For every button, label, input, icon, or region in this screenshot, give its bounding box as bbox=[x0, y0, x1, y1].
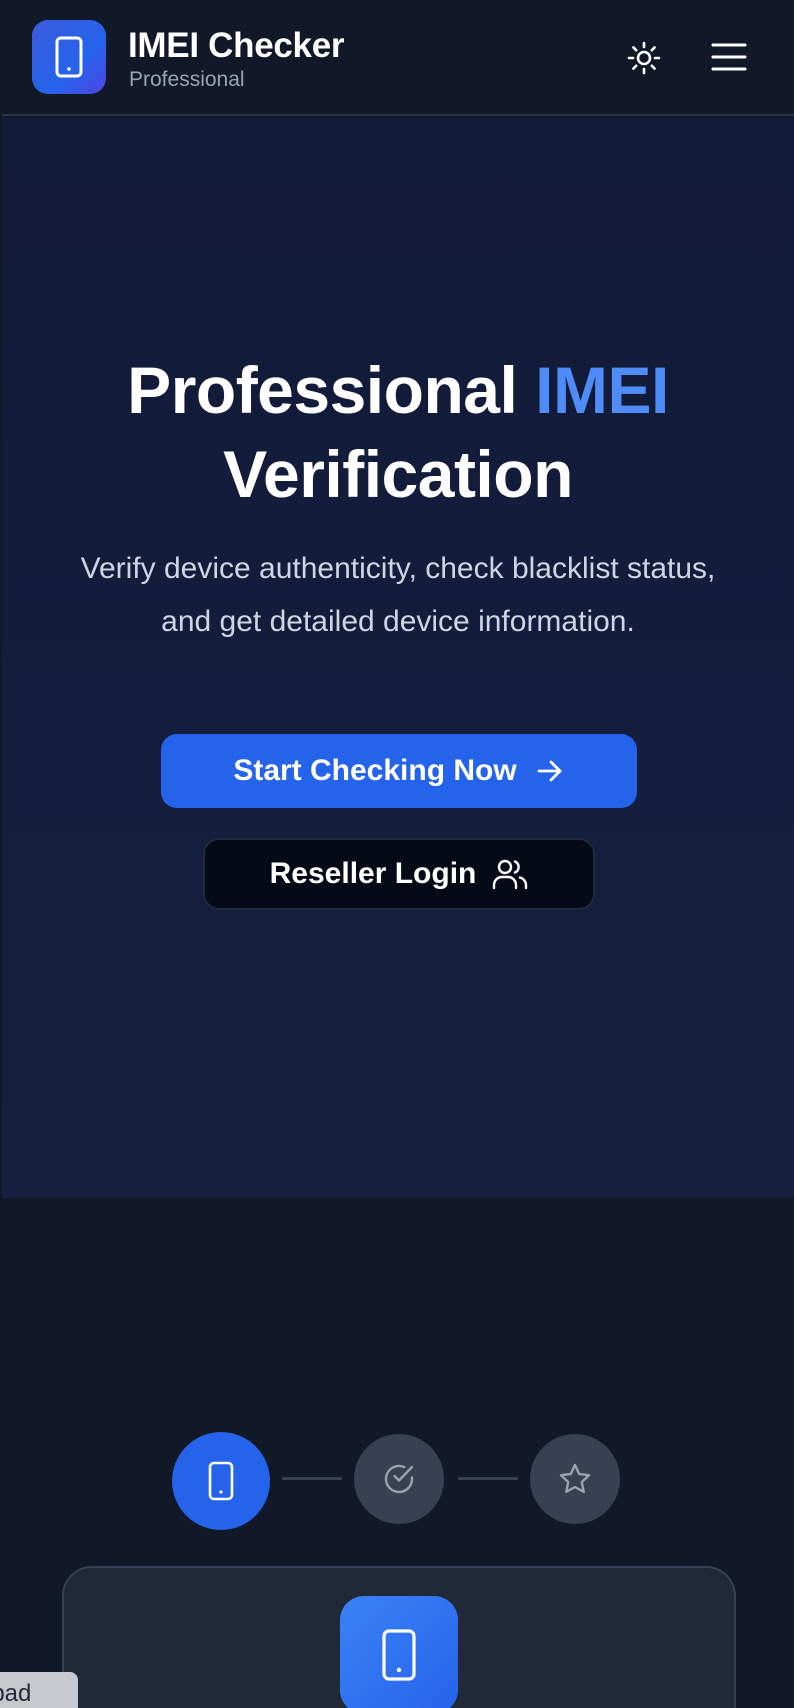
hero-section: Professional IMEI Verification Verify de… bbox=[2, 118, 794, 1198]
theme-toggle-button[interactable] bbox=[622, 38, 666, 78]
reseller-login-label: Reseller Login bbox=[269, 857, 477, 890]
hero-title: Professional IMEI Verification bbox=[42, 348, 754, 516]
card-device-icon-box bbox=[340, 1596, 458, 1708]
sun-icon bbox=[627, 41, 661, 75]
step-verify[interactable] bbox=[354, 1434, 444, 1524]
brand-title: IMEI Checker bbox=[128, 26, 345, 65]
brand-subtitle: Professional bbox=[129, 68, 245, 91]
top-navbar: IMEI Checker Professional bbox=[2, 0, 794, 116]
check-circle-icon bbox=[384, 1464, 414, 1494]
arrow-right-icon bbox=[537, 760, 562, 782]
start-checking-label: Start Checking Now bbox=[233, 754, 517, 787]
hero-description: Verify device authenticity, check blackl… bbox=[80, 552, 716, 638]
step-connector bbox=[282, 1477, 342, 1480]
users-icon bbox=[493, 859, 528, 890]
smartphone-icon bbox=[208, 1461, 234, 1501]
smartphone-icon bbox=[55, 36, 83, 78]
step-results[interactable] bbox=[530, 1434, 620, 1524]
start-checking-button[interactable]: Start Checking Now bbox=[161, 734, 637, 808]
page: IMEI Checker Professional Professional I… bbox=[2, 0, 794, 1708]
logo[interactable] bbox=[32, 20, 106, 94]
star-icon bbox=[559, 1463, 591, 1493]
device-label-tag: ipad bbox=[0, 1672, 78, 1708]
hero-title-part2: Verification bbox=[223, 437, 573, 511]
smartphone-icon bbox=[382, 1629, 416, 1681]
step-device[interactable] bbox=[172, 1432, 270, 1530]
reseller-login-button[interactable]: Reseller Login bbox=[203, 838, 595, 910]
hero-title-accent: IMEI bbox=[535, 353, 669, 427]
menu-button[interactable] bbox=[706, 36, 752, 78]
device-label-text: ipad bbox=[0, 1680, 32, 1707]
hamburger-menu-icon bbox=[711, 43, 747, 71]
hero-title-part1: Professional bbox=[127, 353, 536, 427]
step-connector bbox=[458, 1477, 518, 1480]
